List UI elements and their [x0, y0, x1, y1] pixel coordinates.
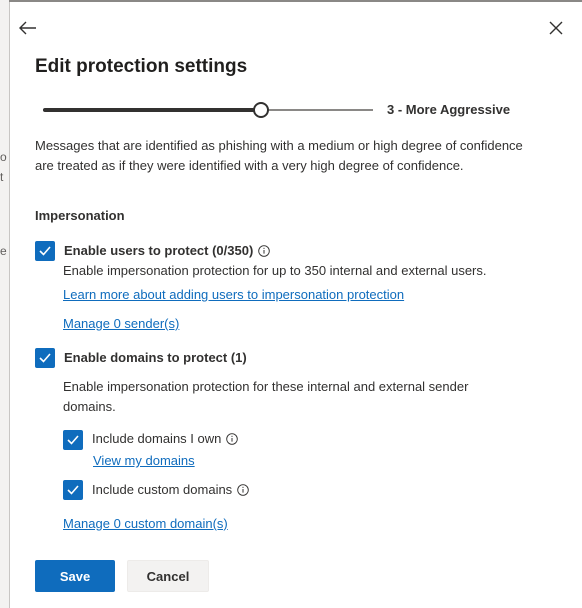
- impersonation-heading: Impersonation: [35, 208, 125, 223]
- enable-domains-text: Enable domains to protect (1): [64, 350, 247, 365]
- close-icon: [549, 21, 563, 35]
- save-button[interactable]: Save: [35, 560, 115, 592]
- enable-users-text: Enable users to protect (0/350): [64, 243, 254, 258]
- protection-level-slider[interactable]: [43, 100, 373, 120]
- background-page: o t e: [0, 0, 9, 608]
- panel-title: Edit protection settings: [35, 56, 248, 77]
- include-own-domains-text: Include domains I own: [92, 431, 222, 446]
- include-own-domains-label[interactable]: Include domains I own: [92, 431, 239, 446]
- info-icon[interactable]: [258, 244, 271, 257]
- back-button[interactable]: [16, 16, 40, 40]
- checkmark-icon: [67, 435, 79, 445]
- background-text: e: [0, 244, 7, 258]
- background-text: t: [0, 170, 4, 184]
- slider-thumb[interactable]: [253, 102, 269, 118]
- slider-value-label: 3 - More Aggressive: [387, 102, 511, 117]
- checkmark-icon: [39, 246, 51, 256]
- include-custom-domains-label[interactable]: Include custom domains: [92, 482, 249, 497]
- include-own-domains-checkbox[interactable]: [63, 430, 83, 450]
- checkmark-icon: [39, 353, 51, 363]
- info-icon[interactable]: [226, 432, 239, 445]
- enable-users-checkbox[interactable]: [35, 241, 55, 261]
- enable-domains-label[interactable]: Enable domains to protect (1): [64, 350, 247, 365]
- slider-fill: [43, 108, 261, 112]
- enable-users-description: Enable impersonation protection for up t…: [63, 263, 487, 278]
- panel-top-border: [9, 0, 582, 2]
- background-text: o: [0, 150, 7, 164]
- threshold-description: Messages that are identified as phishing…: [35, 138, 523, 173]
- cancel-button[interactable]: Cancel: [127, 560, 209, 592]
- enable-domains-checkbox[interactable]: [35, 348, 55, 368]
- view-my-domains-link[interactable]: View my domains: [93, 453, 195, 468]
- include-custom-domains-text: Include custom domains: [92, 482, 233, 497]
- checkmark-icon: [67, 485, 79, 495]
- arrow-left-icon: [19, 21, 36, 35]
- manage-senders-link[interactable]: Manage 0 sender(s): [63, 316, 179, 331]
- enable-users-label[interactable]: Enable users to protect (0/350): [64, 243, 271, 258]
- enable-domains-description: Enable impersonation protection for thes…: [63, 379, 469, 414]
- manage-custom-domains-link[interactable]: Manage 0 custom domain(s): [63, 516, 228, 531]
- close-button[interactable]: [544, 16, 568, 40]
- include-custom-domains-checkbox[interactable]: [63, 480, 83, 500]
- learn-more-users-link[interactable]: Learn more about adding users to imperso…: [63, 287, 404, 302]
- info-icon[interactable]: [237, 483, 249, 496]
